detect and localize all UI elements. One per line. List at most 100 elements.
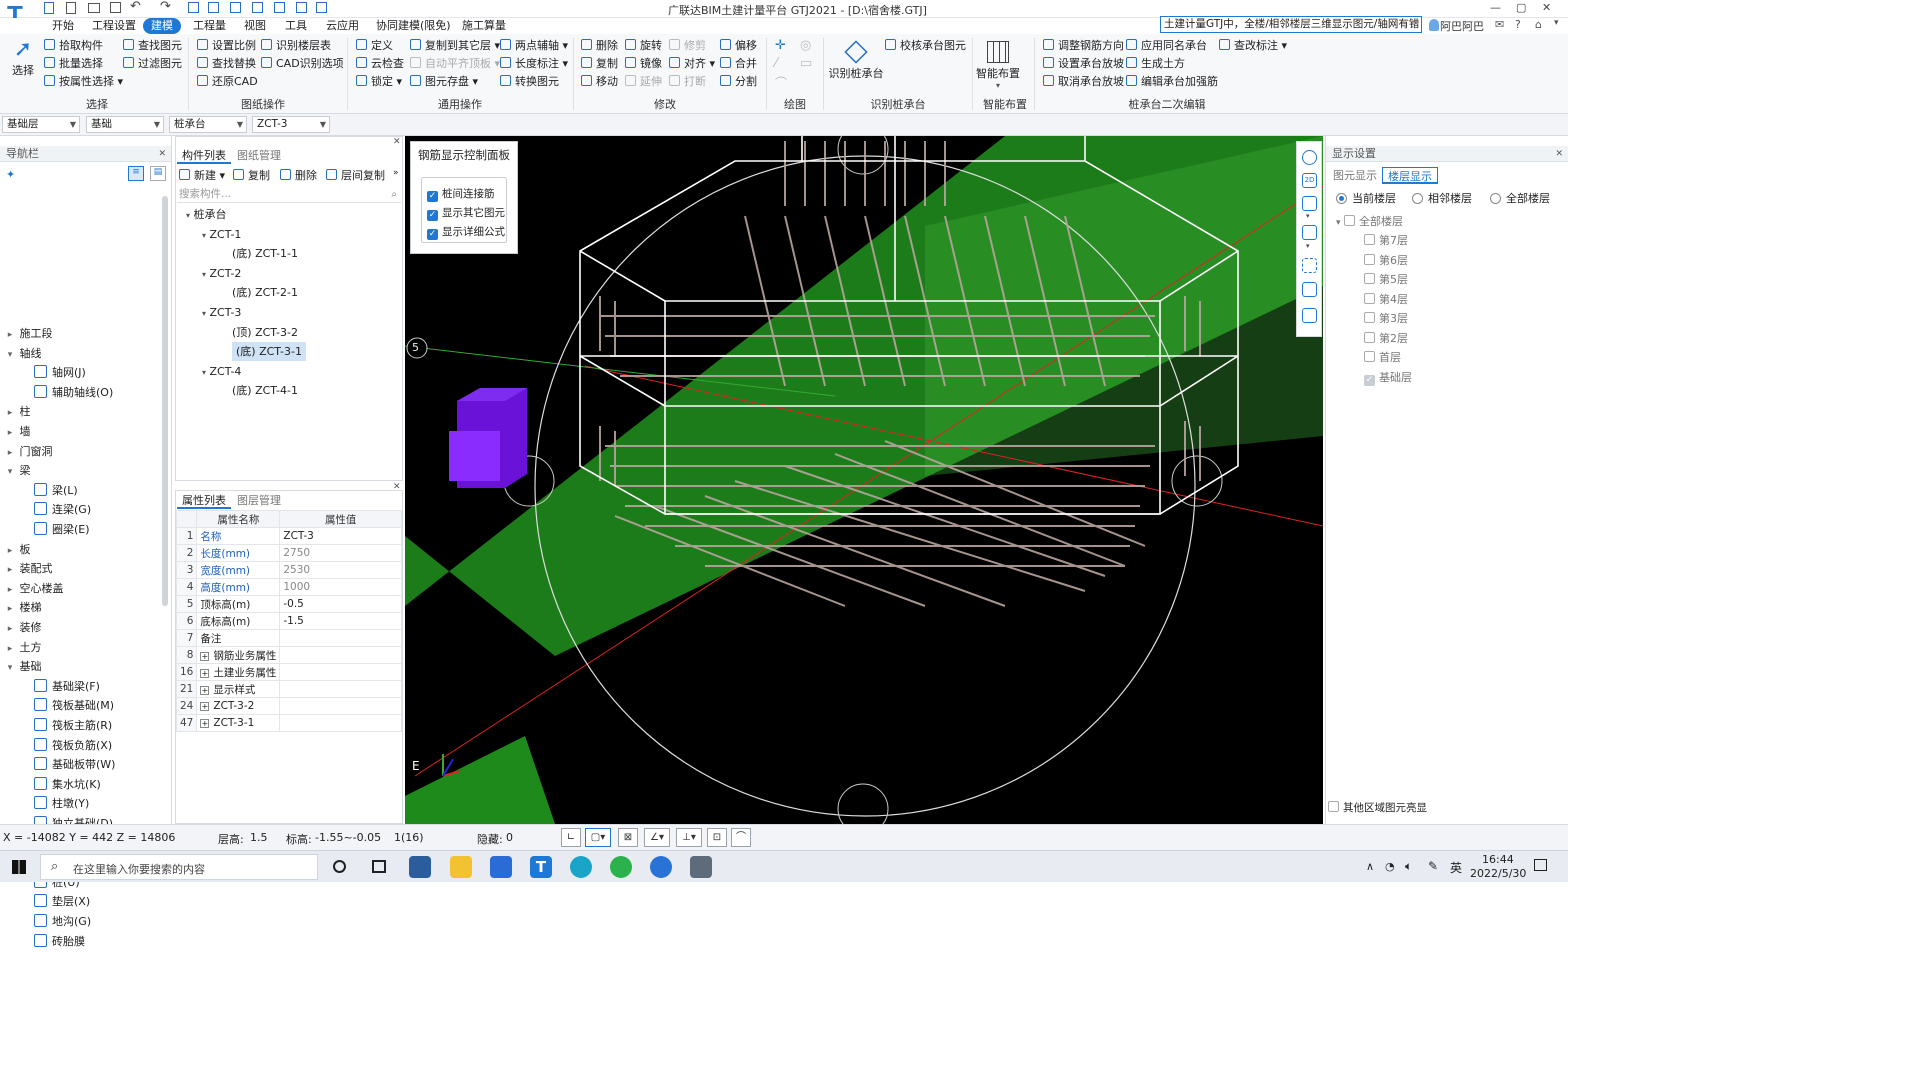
menu-start[interactable]: 开始 (52, 18, 74, 34)
open-folder-icon[interactable] (88, 3, 100, 13)
expand-icon[interactable]: ▸ (4, 404, 16, 423)
tray-chevron-icon[interactable]: ∧ (1366, 860, 1374, 873)
close-button[interactable]: ✕ (1542, 1, 1551, 14)
floor-item[interactable]: 第2层 (1364, 329, 1408, 348)
isometric-icon[interactable] (1302, 282, 1317, 297)
tab-element-display[interactable]: 图元显示 (1328, 167, 1382, 184)
tree-node[interactable]: ▾ ZCT-3 (202, 303, 241, 322)
property-row[interactable]: 21 + 显示样式 (175, 680, 402, 698)
restore-button[interactable]: ▢ (1516, 1, 1526, 14)
help-icon[interactable]: ? (1515, 18, 1521, 31)
2d-view-icon[interactable]: 2D (1302, 173, 1317, 188)
clock-time[interactable]: 16:44 (1482, 853, 1514, 866)
draw-circle-icon[interactable]: ◎ (800, 38, 811, 53)
property-row[interactable]: 3 宽度(mm) 2530 (175, 561, 402, 579)
sidebar-item[interactable]: 基础梁(F) (34, 677, 100, 696)
sidebar-item[interactable]: ▸ 装修 (4, 618, 42, 637)
expand-icon[interactable]: ▸ (4, 640, 16, 659)
dynamic-observe-icon[interactable] (1302, 150, 1317, 165)
expand-icon[interactable]: ▸ (4, 424, 16, 443)
set-slope-button[interactable]: 设置承台放坡 (1043, 55, 1124, 72)
cloud-check-button[interactable]: 云检查 (356, 55, 404, 72)
sidebar-item[interactable]: ▸ 装配式 (4, 559, 53, 578)
expand-icon[interactable]: ▸ (4, 561, 16, 580)
draw-line-icon[interactable]: ⁄ (775, 56, 777, 71)
clock-date[interactable]: 2022/5/30 (1470, 867, 1526, 880)
prop-panel-close-icon[interactable]: ✕ (393, 482, 401, 492)
menu-project-settings[interactable]: 工程设置 (92, 18, 136, 34)
sidebar-item[interactable]: 地沟(G) (34, 912, 91, 931)
floor-item[interactable]: 第7层 (1364, 231, 1408, 250)
property-value[interactable]: 2530 (279, 561, 402, 579)
expand-icon[interactable]: ▾ (4, 463, 16, 482)
lock-button[interactable]: 锁定 ▾ (356, 73, 402, 90)
new-component-button[interactable]: 新建 ▾ (179, 167, 225, 184)
qa-icon-5[interactable] (274, 2, 285, 13)
smart-layout-button[interactable]: 智能布置 ▾ (976, 38, 1020, 92)
cad-app-icon[interactable] (409, 856, 431, 878)
menu-view[interactable]: 视图 (244, 18, 266, 34)
rotate-button[interactable]: 旋转 (625, 37, 662, 54)
adjacent-floor-radio[interactable]: 相邻楼层 (1412, 190, 1472, 206)
floor-item[interactable]: 首层 (1364, 348, 1401, 367)
search-icon[interactable]: ⌕ (1411, 17, 1417, 30)
menu-cloud[interactable]: 云应用 (326, 18, 359, 34)
tree-node[interactable]: ▾ ZCT-4 (202, 362, 241, 381)
sidebar-item[interactable]: ▸ 门窗洞 (4, 442, 53, 461)
calculator-app-icon[interactable] (690, 856, 712, 878)
sidebar-item[interactable]: 连梁(G) (34, 500, 91, 519)
split-button[interactable]: 分割 (720, 73, 757, 90)
tab-drawing-management[interactable]: 图纸管理 (232, 147, 286, 164)
two-point-axis-button[interactable]: 两点辅轴 ▾ (500, 37, 568, 54)
menu-quantity[interactable]: 工程量 (193, 18, 226, 34)
cancel-slope-button[interactable]: 取消承台放坡 (1043, 73, 1124, 90)
qa-icon-6[interactable] (296, 2, 307, 13)
tab-component-list[interactable]: 构件列表 (177, 147, 231, 164)
tree-node[interactable]: (底) ZCT-3-1 (232, 342, 306, 362)
property-row[interactable]: 16 + 土建业务属性 (175, 663, 402, 681)
sidebar-item[interactable]: 柱墩(Y) (34, 794, 89, 813)
floor-item[interactable]: 第3层 (1364, 309, 1408, 328)
sidebar-item[interactable]: ▸ 板 (4, 540, 31, 559)
sidebar-item[interactable]: ▸ 柱 (4, 402, 31, 421)
message-icon[interactable]: ✉ (1495, 18, 1504, 31)
zoom-button[interactable]: ⊡ (707, 828, 727, 847)
sidebar-item[interactable]: 筏板基础(M) (34, 696, 114, 715)
dropdown-icon[interactable]: ▾ (1554, 18, 1559, 28)
taskbar-search-box[interactable]: ⌕ 在这里输入你要搜索的内容 (40, 854, 318, 880)
apply-same-name-button[interactable]: 应用同名承台 (1126, 37, 1207, 54)
property-row[interactable]: 6 底标高(m) -1.5 (175, 612, 402, 630)
all-floors-radio[interactable]: 全部楼层 (1490, 190, 1550, 206)
floor-item[interactable]: 第6层 (1364, 251, 1408, 270)
component-select[interactable]: ZCT-3 ▼ (252, 116, 330, 133)
expand-plus-icon[interactable]: + (200, 668, 210, 678)
help-search-box[interactable]: 土建计量GTJ中，全楼/相邻楼层三维显示图元/轴网有错 ⌕ (1160, 16, 1422, 33)
cad-options-button[interactable]: CAD识别选项 (261, 55, 344, 72)
3d-viewport[interactable]: 5 E (405, 136, 1323, 824)
component-search-input[interactable]: 搜索构件... ⌕ (177, 186, 401, 203)
length-dimension-button[interactable]: 长度标注 ▾ (500, 55, 568, 72)
expand-icon[interactable]: ▾ (4, 659, 16, 678)
list-view-icon[interactable]: ≡ (128, 166, 144, 181)
sidebar-item[interactable]: ▸ 土方 (4, 638, 42, 657)
adjust-rebar-direction-button[interactable]: 调整钢筋方向 (1043, 37, 1124, 54)
expand-icon[interactable]: ▸ (4, 444, 16, 463)
sidebar-item[interactable]: 轴网(J) (34, 363, 86, 382)
show-other-elements-checkbox[interactable]: ✓ 显示其它图元 (427, 205, 505, 221)
collapse-icon[interactable]: ▾ (202, 270, 206, 279)
3d-view-icon[interactable] (1302, 196, 1317, 211)
search-icon[interactable]: ⌕ (391, 186, 397, 203)
redo-icon[interactable]: ↷ (160, 0, 171, 14)
pile-connection-checkbox[interactable]: ✓ 桩间连接筋 (427, 186, 495, 202)
expand-plus-icon[interactable]: + (200, 719, 210, 728)
copy-button[interactable]: 复制 (581, 55, 618, 72)
new-icon[interactable] (44, 2, 54, 14)
property-value[interactable] (279, 697, 402, 715)
expand-icon[interactable]: ▸ (4, 600, 16, 619)
restore-cad-button[interactable]: 还原CAD (197, 73, 258, 90)
property-value[interactable]: ZCT-3 (279, 527, 402, 545)
property-row[interactable]: 2 长度(mm) 2750 (175, 544, 402, 562)
check-annotation-button[interactable]: 查改标注 ▾ (1219, 37, 1287, 54)
tree-node[interactable]: (底) ZCT-2-1 (232, 283, 298, 302)
property-value[interactable]: -1.5 (279, 612, 402, 630)
